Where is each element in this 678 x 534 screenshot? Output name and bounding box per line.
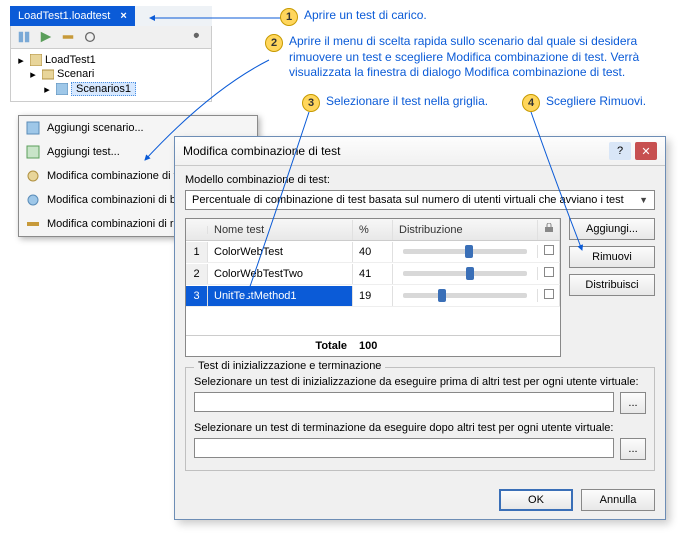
init-test-textbox[interactable] bbox=[194, 392, 614, 412]
toolbar-icon-4[interactable] bbox=[83, 30, 97, 44]
toolbar-icon-2[interactable] bbox=[39, 30, 53, 44]
col-rownum bbox=[186, 226, 208, 234]
table-row[interactable]: 2 ColorWebTestTwo 41 bbox=[186, 263, 560, 285]
init-term-group: Test di inizializzazione e terminazione … bbox=[185, 367, 655, 471]
model-combo[interactable]: Percentuale di combinazione di test basa… bbox=[185, 190, 655, 210]
edit-network-mix-icon bbox=[25, 216, 41, 232]
col-pct[interactable]: % bbox=[353, 220, 393, 240]
toolbar-icon-3[interactable] bbox=[61, 30, 75, 44]
lock-icon bbox=[544, 223, 554, 233]
lock-checkbox[interactable] bbox=[544, 289, 554, 299]
total-row: Totale 100 bbox=[186, 335, 560, 356]
lock-cell[interactable] bbox=[538, 285, 560, 306]
solution-panel: LoadTest1.loadtest × ▸ LoadTest1 ▸ Scena… bbox=[10, 6, 212, 102]
callout-badge-3: 3 bbox=[302, 94, 320, 112]
col-dist[interactable]: Distribuzione bbox=[393, 220, 538, 240]
table-row[interactable]: 1 ColorWebTest 40 bbox=[186, 241, 560, 263]
init-browse-button[interactable]: ... bbox=[620, 392, 646, 414]
folder-icon bbox=[42, 68, 54, 80]
callout-4-text: Scegliere Rimuovi. bbox=[546, 94, 646, 110]
init-label: Selezionare un test di inizializzazione … bbox=[194, 376, 646, 388]
ok-button[interactable]: OK bbox=[499, 489, 573, 511]
help-button[interactable]: ? bbox=[609, 142, 631, 160]
dialog-title: Modifica combinazione di test bbox=[183, 144, 340, 158]
context-add-test-label: Aggiungi test... bbox=[47, 146, 120, 158]
close-button[interactable]: ✕ bbox=[635, 142, 657, 160]
row-num: 2 bbox=[186, 264, 208, 284]
distribute-button[interactable]: Distribuisci bbox=[569, 274, 655, 296]
term-browse-button[interactable]: ... bbox=[620, 438, 646, 460]
tab-loadtest[interactable]: LoadTest1.loadtest × bbox=[10, 6, 135, 26]
init-group-title: Test di inizializzazione e terminazione bbox=[194, 360, 385, 372]
dist-cell[interactable] bbox=[393, 289, 538, 302]
total-label: Totale bbox=[186, 336, 353, 356]
tree-scenarios1-label: Scenarios1 bbox=[71, 82, 136, 96]
add-scenario-icon bbox=[25, 120, 41, 136]
term-label: Selezionare un test di terminazione da e… bbox=[194, 422, 646, 434]
tree-scenari-label: Scenari bbox=[57, 68, 94, 80]
cancel-button[interactable]: Annulla bbox=[581, 489, 655, 511]
dialog-title-bar[interactable]: Modifica combinazione di test ? ✕ bbox=[175, 137, 665, 166]
tree-scenari[interactable]: ▸ Scenari bbox=[13, 67, 209, 81]
total-value: 100 bbox=[353, 336, 393, 356]
context-edit-network-mix-label: Modifica combinazioni di reti... bbox=[47, 218, 194, 230]
callout-2-text: Aprire il menu di scelta rapida sullo sc… bbox=[289, 34, 669, 81]
toolbar-icon-wrench[interactable] bbox=[191, 30, 205, 44]
test-name-cell[interactable]: UnitTestMethod1 bbox=[208, 286, 353, 306]
tree: ▸ LoadTest1 ▸ Scenari ▸ Scenarios1 bbox=[10, 49, 212, 102]
callout-badge-1: 1 bbox=[280, 8, 298, 26]
lock-cell[interactable] bbox=[538, 263, 560, 284]
edit-browser-mix-icon bbox=[25, 192, 41, 208]
scenario-icon bbox=[56, 83, 68, 95]
context-add-scenario-label: Aggiungi scenario... bbox=[47, 122, 144, 134]
dist-cell[interactable] bbox=[393, 245, 538, 258]
tree-root-label: LoadTest1 bbox=[45, 54, 96, 66]
test-name-cell[interactable]: ColorWebTest bbox=[208, 242, 353, 262]
edit-test-mix-dialog: Modifica combinazione di test ? ✕ Modell… bbox=[174, 136, 666, 520]
remove-button[interactable]: Rimuovi bbox=[569, 246, 655, 268]
edit-test-mix-icon bbox=[25, 168, 41, 184]
tree-root[interactable]: ▸ LoadTest1 bbox=[13, 53, 209, 67]
row-num: 1 bbox=[186, 242, 208, 262]
lock-cell[interactable] bbox=[538, 241, 560, 262]
lock-checkbox[interactable] bbox=[544, 267, 554, 277]
tab-title: LoadTest1.loadtest bbox=[18, 10, 110, 22]
dist-cell[interactable] bbox=[393, 267, 538, 280]
col-name[interactable]: Nome test bbox=[208, 220, 353, 240]
toolbar-icon-1[interactable] bbox=[17, 30, 31, 44]
tab-close-icon[interactable]: × bbox=[120, 10, 126, 22]
col-lock[interactable] bbox=[538, 219, 560, 240]
callout-badge-4: 4 bbox=[522, 94, 540, 112]
lock-checkbox[interactable] bbox=[544, 245, 554, 255]
model-label: Modello combinazione di test: bbox=[185, 174, 655, 186]
row-num: 3 bbox=[186, 286, 208, 306]
chevron-down-icon: ▼ bbox=[639, 195, 648, 205]
tree-toolbar bbox=[10, 26, 212, 49]
table-row[interactable]: 3 UnitTestMethod1 19 bbox=[186, 285, 560, 307]
add-button[interactable]: Aggiungi... bbox=[569, 218, 655, 240]
pct-cell[interactable]: 19 bbox=[353, 286, 393, 306]
callout-3-text: Selezionare il test nella griglia. bbox=[326, 94, 488, 110]
model-combo-value: Percentuale di combinazione di test basa… bbox=[192, 194, 624, 206]
expand-icon[interactable]: ▸ bbox=[15, 54, 27, 66]
term-test-textbox[interactable] bbox=[194, 438, 614, 458]
expand-icon[interactable]: ▸ bbox=[27, 68, 39, 80]
add-test-icon bbox=[25, 144, 41, 160]
tab-header: LoadTest1.loadtest × bbox=[10, 6, 212, 26]
loadtest-icon bbox=[30, 54, 42, 66]
callout-1-text: Aprire un test di carico. bbox=[304, 8, 427, 24]
pct-cell[interactable]: 41 bbox=[353, 264, 393, 284]
tree-scenarios1[interactable]: ▸ Scenarios1 bbox=[13, 81, 209, 97]
test-grid: Nome test % Distribuzione 1 ColorWebTest… bbox=[185, 218, 561, 357]
expand-icon[interactable]: ▸ bbox=[41, 83, 53, 95]
test-name-cell[interactable]: ColorWebTestTwo bbox=[208, 264, 353, 284]
pct-cell[interactable]: 40 bbox=[353, 242, 393, 262]
callout-badge-2: 2 bbox=[265, 34, 283, 52]
